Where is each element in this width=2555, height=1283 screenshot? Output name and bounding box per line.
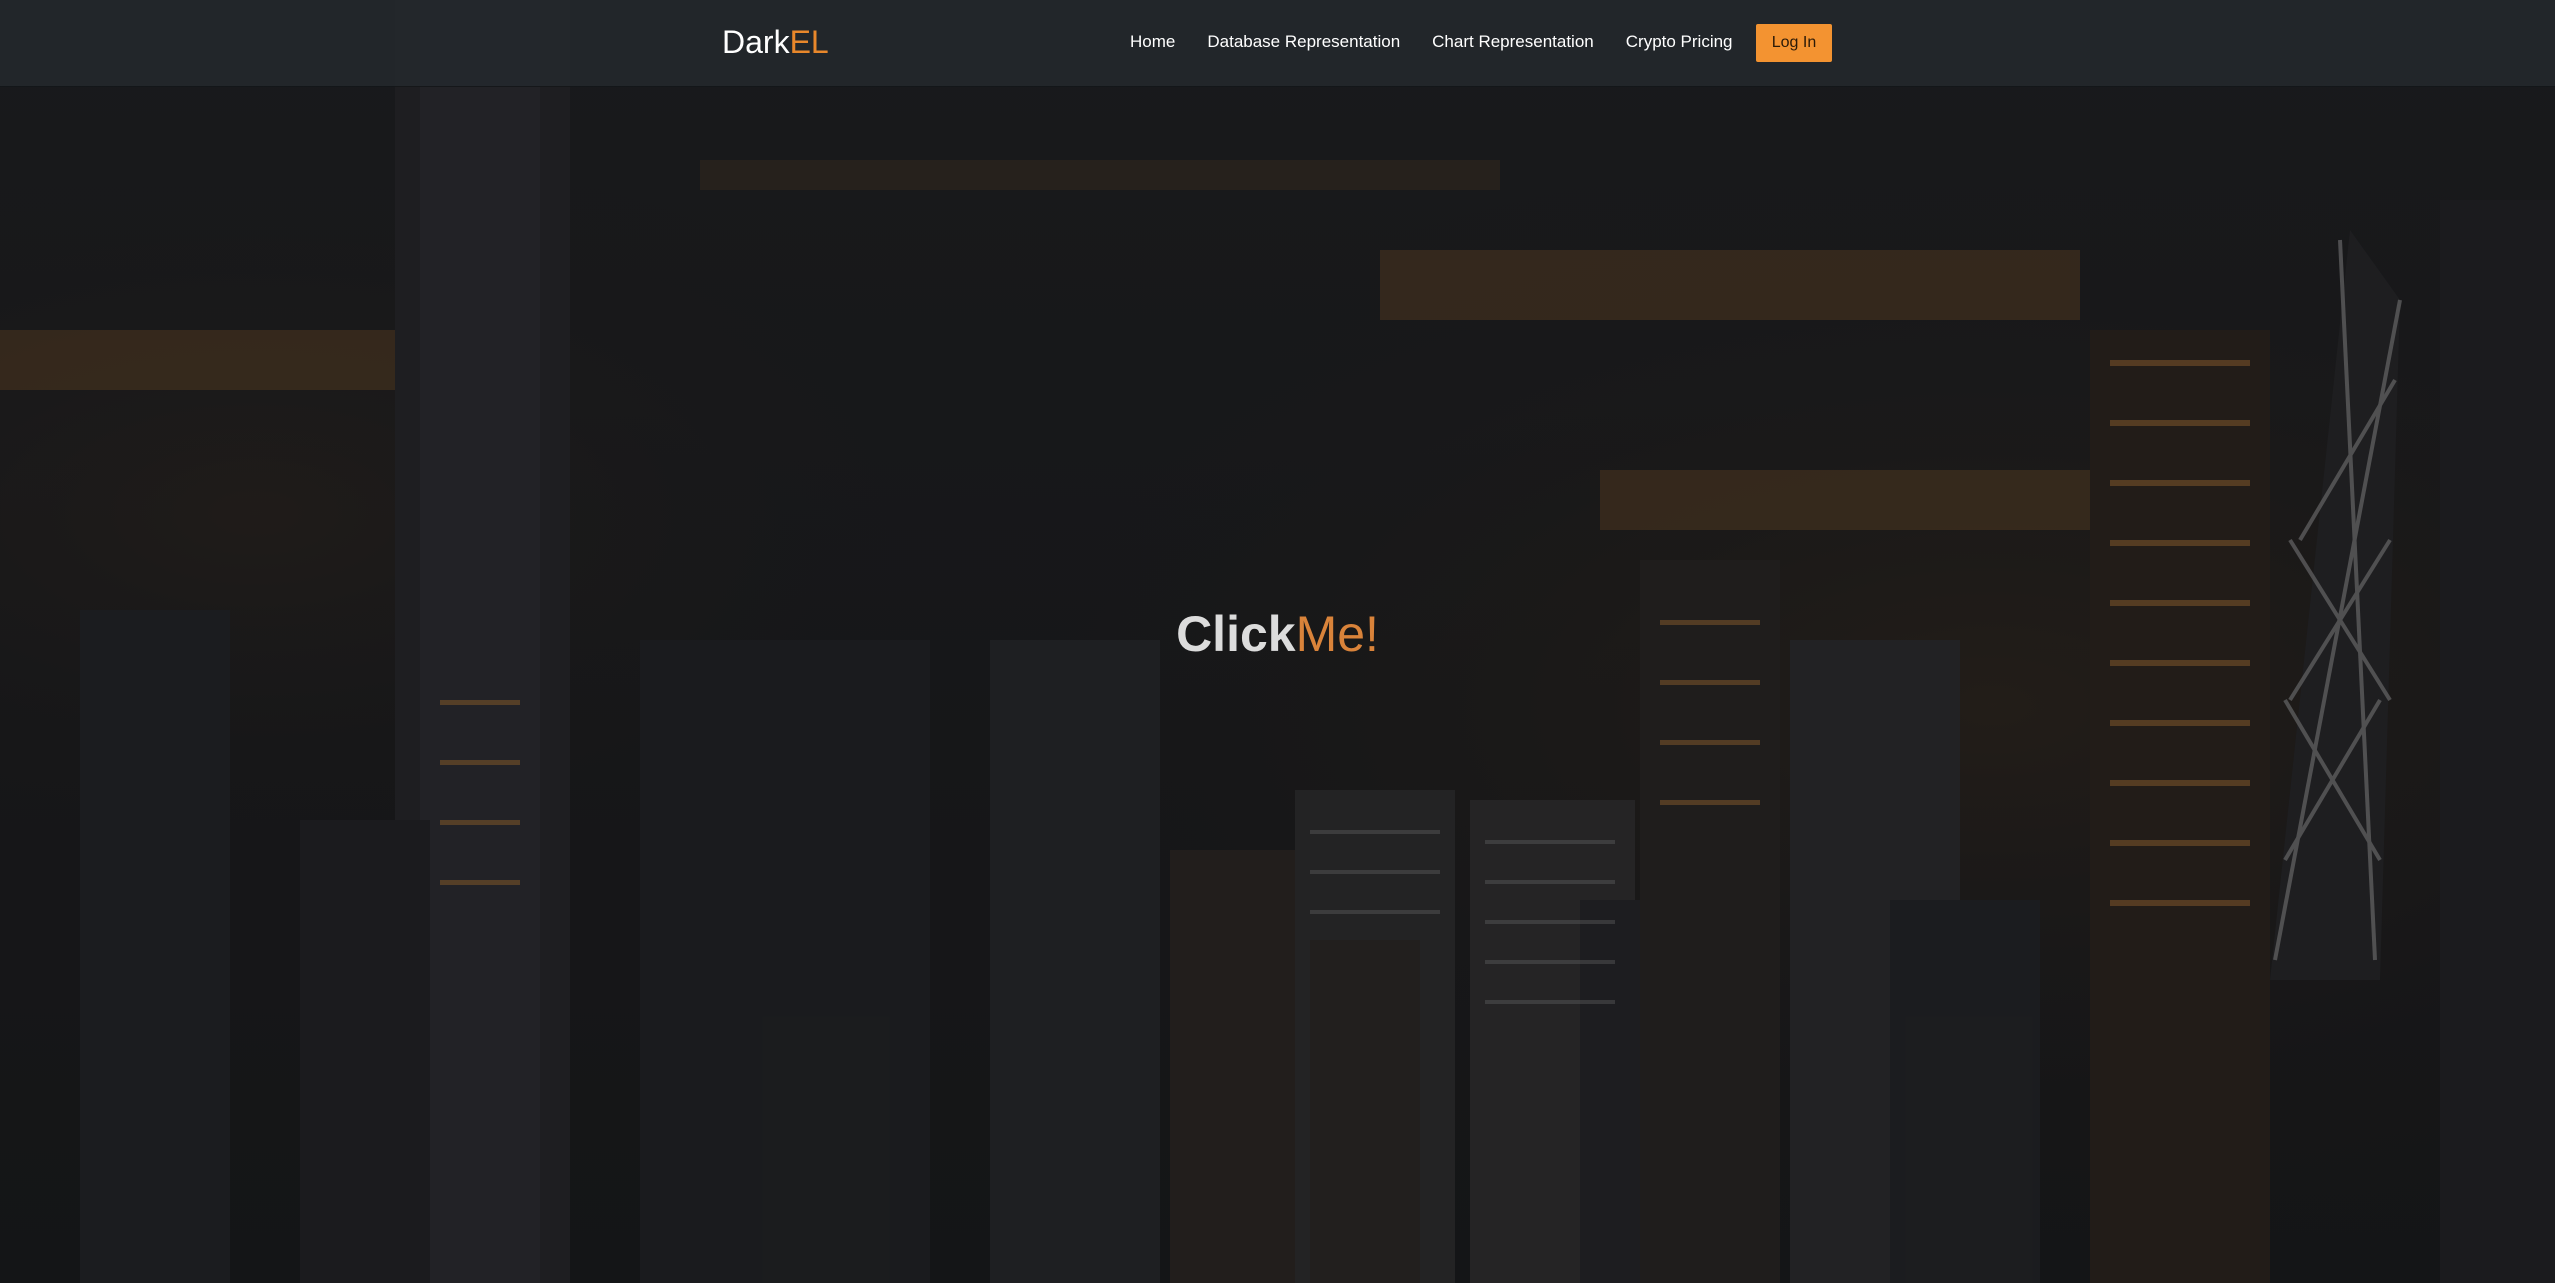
page: DarkEL Home Database Representation Char…: [0, 0, 2555, 1283]
hero-text-part2: Me!: [1295, 606, 1379, 662]
brand-logo[interactable]: DarkEL: [722, 22, 829, 62]
brand-logo-part1: Dark: [722, 24, 790, 60]
nav-link-crypto-pricing[interactable]: Crypto Pricing: [1626, 29, 1733, 55]
hero-click-me[interactable]: ClickMe!: [0, 602, 2555, 666]
nav-link-home[interactable]: Home: [1130, 29, 1175, 55]
login-button[interactable]: Log In: [1756, 24, 1832, 62]
nav-link-chart-representation[interactable]: Chart Representation: [1432, 29, 1594, 55]
nav-menu: Home Database Representation Chart Repre…: [1130, 29, 1765, 55]
brand-logo-part2: EL: [789, 24, 829, 60]
navbar: DarkEL Home Database Representation Char…: [0, 0, 2555, 87]
hero-text-part1: Click: [1176, 606, 1296, 662]
nav-link-database-representation[interactable]: Database Representation: [1207, 29, 1400, 55]
